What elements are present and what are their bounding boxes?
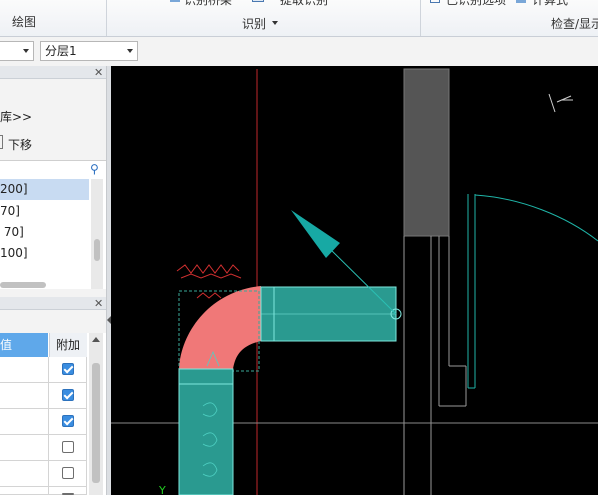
attach-checkbox[interactable] xyxy=(62,467,74,479)
library-link[interactable]: 库>> xyxy=(0,108,32,125)
table-row xyxy=(49,461,87,487)
chevron-down-icon[interactable] xyxy=(23,49,29,53)
identify-tray-button[interactable]: 识别桥架 xyxy=(184,0,232,8)
table-row[interactable] xyxy=(0,383,49,409)
check-display-group-label: 检查/显示 xyxy=(551,17,598,31)
table-row[interactable] xyxy=(0,357,49,383)
vertical-scrollbar[interactable] xyxy=(91,179,103,289)
table-row[interactable] xyxy=(0,409,49,435)
extract-identify-button[interactable]: 提取识别 xyxy=(280,0,328,8)
list-item[interactable]: 70] xyxy=(0,201,89,222)
identify-tray-icon[interactable] xyxy=(170,0,180,2)
formula-button[interactable]: 计算式 xyxy=(532,0,568,8)
draw-group-label: 绘图 xyxy=(12,15,37,29)
toolbar: 分层1 xyxy=(0,37,598,67)
attach-checkbox[interactable] xyxy=(62,389,74,401)
table-row xyxy=(49,487,87,495)
red-annotation xyxy=(176,264,242,299)
properties-grid: 值 附加 xyxy=(0,333,106,495)
arrow-head-icon xyxy=(291,210,340,258)
column-block xyxy=(403,68,450,237)
list-item[interactable]: 100] xyxy=(0,243,89,264)
coordinate-marker-icon xyxy=(548,93,573,113)
vertical-scrollbar[interactable] xyxy=(89,333,103,495)
identified-options-button[interactable]: 已识别选项 xyxy=(446,0,506,8)
ribbon: 绘图 识别桥架 提取识别 识别 已识别选项 计算式 检查/显示 xyxy=(0,0,598,37)
table-row xyxy=(49,383,87,409)
library-panel-header xyxy=(0,66,106,79)
table-row xyxy=(49,409,87,435)
attach-checkbox[interactable] xyxy=(62,363,74,375)
identify-group-label[interactable]: 识别 xyxy=(242,15,266,32)
ribbon-separator xyxy=(106,0,107,36)
identified-options-icon[interactable] xyxy=(430,0,440,3)
attach-column-header[interactable]: 附加 xyxy=(49,333,87,357)
table-row xyxy=(49,357,87,383)
close-icon[interactable]: ✕ xyxy=(94,298,103,309)
list-item[interactable]: 200] xyxy=(0,179,89,200)
drawing[interactable]: Y xyxy=(111,66,598,495)
table-row xyxy=(49,435,87,461)
table-row[interactable] xyxy=(0,435,49,461)
floor-combo[interactable]: 分层1 xyxy=(40,41,138,61)
scroll-up-icon[interactable] xyxy=(92,337,100,342)
close-icon[interactable]: ✕ xyxy=(94,67,103,78)
formula-icon[interactable] xyxy=(516,0,526,3)
chevron-down-icon[interactable] xyxy=(127,49,133,53)
list-item[interactable]: 70] xyxy=(0,222,89,243)
table-row[interactable] xyxy=(0,487,49,495)
properties-panel-header xyxy=(0,297,106,310)
scrollbar-thumb[interactable] xyxy=(92,363,100,483)
extract-icon[interactable] xyxy=(252,0,264,2)
attach-checkbox[interactable] xyxy=(62,415,74,427)
attach-checkbox[interactable] xyxy=(62,441,74,453)
value-column-header[interactable]: 值 xyxy=(0,333,48,357)
left-panel: ✕ 库>> 下移 ⚲ 200] 70] 70] 100] ✕ 值 附加 xyxy=(0,66,106,495)
horizontal-scrollbar-thumb[interactable] xyxy=(0,282,46,288)
scrollbar-thumb[interactable] xyxy=(94,239,100,261)
move-down-icon[interactable] xyxy=(0,135,3,149)
vertical-duct xyxy=(178,368,234,495)
elbow-fitting xyxy=(179,286,261,369)
move-down-button[interactable]: 下移 xyxy=(8,136,32,153)
wall-cyan xyxy=(467,194,598,389)
y-axis-indicator: Y xyxy=(158,484,166,495)
type-combo[interactable] xyxy=(0,41,34,61)
search-icon[interactable]: ⚲ xyxy=(90,162,99,176)
ribbon-separator-2 xyxy=(420,0,421,36)
chevron-down-icon[interactable] xyxy=(272,21,278,25)
cad-canvas[interactable]: Y xyxy=(111,66,598,495)
floor-combo-value: 分层1 xyxy=(45,44,77,58)
library-list: 200] 70] 70] 100] xyxy=(0,179,106,289)
table-row[interactable] xyxy=(0,461,49,487)
building-outline xyxy=(403,68,467,495)
